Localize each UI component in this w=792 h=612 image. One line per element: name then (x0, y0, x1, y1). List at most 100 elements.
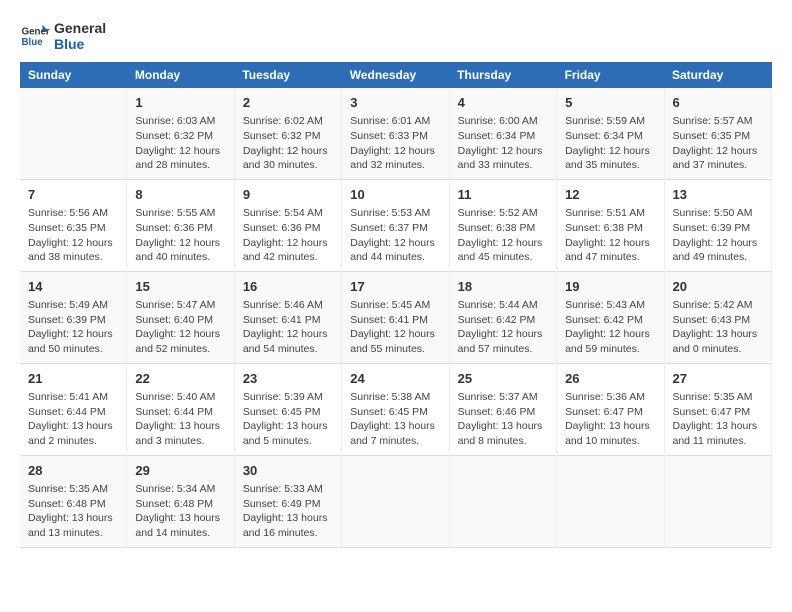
day-info: Sunrise: 6:03 AM Sunset: 6:32 PM Dayligh… (135, 114, 225, 173)
day-info: Sunrise: 5:41 AM Sunset: 6:44 PM Dayligh… (28, 390, 118, 449)
day-number: 5 (565, 94, 655, 112)
day-info: Sunrise: 5:43 AM Sunset: 6:42 PM Dayligh… (565, 298, 655, 357)
calendar-cell: 28 Sunrise: 5:35 AM Sunset: 6:48 PM Dayli… (20, 455, 127, 547)
day-info: Sunrise: 5:47 AM Sunset: 6:40 PM Dayligh… (135, 298, 225, 357)
day-info: Sunrise: 5:45 AM Sunset: 6:41 PM Dayligh… (350, 298, 440, 357)
calendar-cell: 24 Sunrise: 5:38 AM Sunset: 6:45 PM Dayli… (342, 363, 449, 455)
calendar-cell: 25Sunrise: 5:37 AM Sunset: 6:46 PM Dayli… (449, 363, 556, 455)
day-number: 30 (243, 462, 333, 480)
week-row-1: 1 Sunrise: 6:03 AM Sunset: 6:32 PM Daylig… (20, 88, 772, 179)
day-info: Sunrise: 5:46 AM Sunset: 6:41 PM Dayligh… (243, 298, 333, 357)
calendar-cell: 1 Sunrise: 6:03 AM Sunset: 6:32 PM Daylig… (127, 88, 234, 179)
day-info: Sunrise: 5:35 AM Sunset: 6:47 PM Dayligh… (673, 390, 764, 449)
logo-blue-text: Blue (54, 36, 106, 52)
logo-icon: General Blue (20, 21, 50, 51)
day-info: Sunrise: 5:51 AM Sunset: 6:38 PM Dayligh… (565, 206, 655, 265)
day-info: Sunrise: 5:53 AM Sunset: 6:37 PM Dayligh… (350, 206, 440, 265)
day-number: 29 (135, 462, 225, 480)
column-header-sunday: Sunday (20, 62, 127, 88)
day-number: 20 (673, 278, 764, 296)
day-info: Sunrise: 5:40 AM Sunset: 6:44 PM Dayligh… (135, 390, 225, 449)
day-number: 9 (243, 186, 333, 204)
calendar-cell (557, 455, 664, 547)
day-number: 24 (350, 370, 440, 388)
day-info: Sunrise: 6:01 AM Sunset: 6:33 PM Dayligh… (350, 114, 440, 173)
calendar-body: 1 Sunrise: 6:03 AM Sunset: 6:32 PM Daylig… (20, 88, 772, 547)
day-info: Sunrise: 5:44 AM Sunset: 6:42 PM Dayligh… (458, 298, 548, 357)
column-header-wednesday: Wednesday (342, 62, 449, 88)
calendar-cell: 18 Sunrise: 5:44 AM Sunset: 6:42 PM Dayli… (449, 271, 556, 363)
calendar-cell: 26 Sunrise: 5:36 AM Sunset: 6:47 PM Dayli… (557, 363, 664, 455)
calendar-cell: 2 Sunrise: 6:02 AM Sunset: 6:32 PM Daylig… (234, 88, 341, 179)
calendar-cell (449, 455, 556, 547)
column-header-friday: Friday (557, 62, 664, 88)
day-number: 16 (243, 278, 333, 296)
day-number: 26 (565, 370, 655, 388)
column-header-tuesday: Tuesday (234, 62, 341, 88)
day-number: 6 (673, 94, 764, 112)
calendar-cell: 20Sunrise: 5:42 AM Sunset: 6:43 PM Dayli… (664, 271, 772, 363)
page-header: General Blue General Blue (20, 20, 772, 52)
day-number: 25 (458, 370, 548, 388)
calendar-cell: 19 Sunrise: 5:43 AM Sunset: 6:42 PM Dayli… (557, 271, 664, 363)
day-info: Sunrise: 5:56 AM Sunset: 6:35 PM Dayligh… (28, 206, 118, 265)
day-info: Sunrise: 5:57 AM Sunset: 6:35 PM Dayligh… (673, 114, 764, 173)
calendar-cell: 30 Sunrise: 5:33 AM Sunset: 6:49 PM Dayli… (234, 455, 341, 547)
calendar-cell: 23 Sunrise: 5:39 AM Sunset: 6:45 PM Dayli… (234, 363, 341, 455)
week-row-2: 7 Sunrise: 5:56 AM Sunset: 6:35 PM Daylig… (20, 179, 772, 271)
calendar-cell: 29Sunrise: 5:34 AM Sunset: 6:48 PM Dayli… (127, 455, 234, 547)
day-info: Sunrise: 5:33 AM Sunset: 6:49 PM Dayligh… (243, 482, 333, 541)
calendar-cell: 12 Sunrise: 5:51 AM Sunset: 6:38 PM Dayli… (557, 179, 664, 271)
day-number: 11 (458, 186, 548, 204)
calendar-cell (20, 88, 127, 179)
day-number: 13 (673, 186, 764, 204)
week-row-4: 21 Sunrise: 5:41 AM Sunset: 6:44 PM Dayli… (20, 363, 772, 455)
logo: General Blue General Blue (20, 20, 106, 52)
day-number: 15 (135, 278, 225, 296)
day-number: 23 (243, 370, 333, 388)
calendar-cell: 16 Sunrise: 5:46 AM Sunset: 6:41 PM Dayli… (234, 271, 341, 363)
day-info: Sunrise: 5:55 AM Sunset: 6:36 PM Dayligh… (135, 206, 225, 265)
day-info: Sunrise: 5:50 AM Sunset: 6:39 PM Dayligh… (673, 206, 764, 265)
day-info: Sunrise: 5:49 AM Sunset: 6:39 PM Dayligh… (28, 298, 118, 357)
calendar-cell: 13 Sunrise: 5:50 AM Sunset: 6:39 PM Dayli… (664, 179, 772, 271)
calendar-cell (342, 455, 449, 547)
calendar-cell: 10Sunrise: 5:53 AM Sunset: 6:37 PM Dayli… (342, 179, 449, 271)
day-number: 7 (28, 186, 118, 204)
day-number: 21 (28, 370, 118, 388)
calendar-cell: 17Sunrise: 5:45 AM Sunset: 6:41 PM Dayli… (342, 271, 449, 363)
calendar-cell: 22 Sunrise: 5:40 AM Sunset: 6:44 PM Dayli… (127, 363, 234, 455)
calendar-cell: 9 Sunrise: 5:54 AM Sunset: 6:36 PM Daylig… (234, 179, 341, 271)
day-number: 2 (243, 94, 333, 112)
day-number: 22 (135, 370, 225, 388)
day-info: Sunrise: 5:39 AM Sunset: 6:45 PM Dayligh… (243, 390, 333, 449)
svg-text:Blue: Blue (22, 37, 44, 48)
week-row-3: 14Sunrise: 5:49 AM Sunset: 6:39 PM Dayli… (20, 271, 772, 363)
calendar-cell: 14Sunrise: 5:49 AM Sunset: 6:39 PM Dayli… (20, 271, 127, 363)
calendar-cell: 11Sunrise: 5:52 AM Sunset: 6:38 PM Dayli… (449, 179, 556, 271)
calendar-header-row: SundayMondayTuesdayWednesdayThursdayFrid… (20, 62, 772, 88)
day-info: Sunrise: 5:38 AM Sunset: 6:45 PM Dayligh… (350, 390, 440, 449)
day-info: Sunrise: 5:54 AM Sunset: 6:36 PM Dayligh… (243, 206, 333, 265)
column-header-thursday: Thursday (449, 62, 556, 88)
day-number: 4 (458, 94, 548, 112)
calendar-cell: 21 Sunrise: 5:41 AM Sunset: 6:44 PM Dayli… (20, 363, 127, 455)
day-number: 19 (565, 278, 655, 296)
svg-text:General: General (22, 27, 51, 38)
calendar-cell: 7 Sunrise: 5:56 AM Sunset: 6:35 PM Daylig… (20, 179, 127, 271)
calendar-table: SundayMondayTuesdayWednesdayThursdayFrid… (20, 62, 772, 548)
day-info: Sunrise: 6:02 AM Sunset: 6:32 PM Dayligh… (243, 114, 333, 173)
day-info: Sunrise: 5:59 AM Sunset: 6:34 PM Dayligh… (565, 114, 655, 173)
day-info: Sunrise: 6:00 AM Sunset: 6:34 PM Dayligh… (458, 114, 548, 173)
week-row-5: 28 Sunrise: 5:35 AM Sunset: 6:48 PM Dayli… (20, 455, 772, 547)
day-number: 1 (135, 94, 225, 112)
calendar-cell: 27Sunrise: 5:35 AM Sunset: 6:47 PM Dayli… (664, 363, 772, 455)
day-info: Sunrise: 5:36 AM Sunset: 6:47 PM Dayligh… (565, 390, 655, 449)
day-number: 12 (565, 186, 655, 204)
day-info: Sunrise: 5:35 AM Sunset: 6:48 PM Dayligh… (28, 482, 118, 541)
day-number: 18 (458, 278, 548, 296)
column-header-saturday: Saturday (664, 62, 772, 88)
day-number: 28 (28, 462, 118, 480)
column-header-monday: Monday (127, 62, 234, 88)
logo-general-text: General (54, 20, 106, 36)
